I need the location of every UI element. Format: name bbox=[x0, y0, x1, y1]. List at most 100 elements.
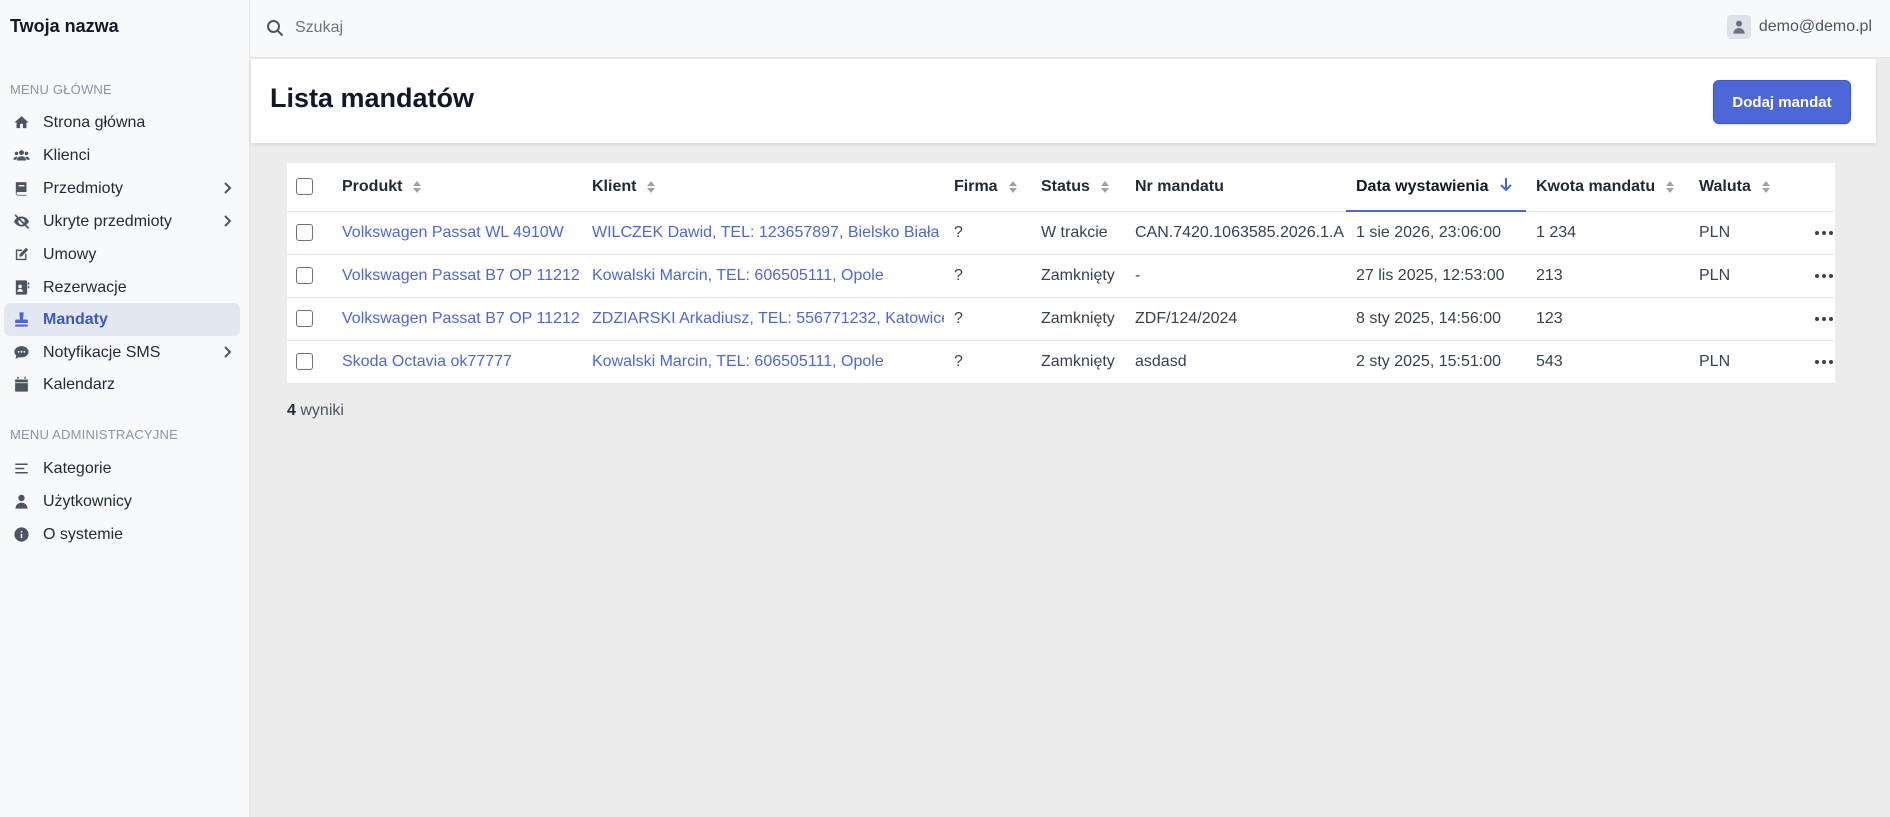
cell-waluta bbox=[1689, 297, 1799, 341]
cell-status: Zamknięty bbox=[1031, 254, 1125, 298]
page-title: Lista mandatów bbox=[270, 83, 475, 113]
select-all-cell bbox=[287, 163, 332, 212]
client-link[interactable]: Kowalski Marcin, TEL: 606505111, Opole bbox=[592, 267, 884, 284]
column-label: Nr mandatu bbox=[1135, 177, 1224, 195]
cell-kwota: 213 bbox=[1526, 254, 1689, 298]
sidebar-item-klienci[interactable]: Klienci bbox=[4, 139, 240, 172]
cell-nr-mandatu: asdasd bbox=[1125, 340, 1346, 384]
cell-waluta: PLN bbox=[1689, 254, 1799, 298]
calendar-icon bbox=[12, 376, 30, 394]
row-checkbox[interactable] bbox=[296, 309, 313, 327]
sidebar-item-label: Strona główna bbox=[43, 113, 146, 131]
user-email: demo@demo.pl bbox=[1758, 18, 1872, 35]
actions-header bbox=[1799, 163, 1835, 212]
column-label: Kwota mandatu bbox=[1536, 177, 1656, 195]
row-checkbox[interactable] bbox=[296, 266, 313, 284]
row-select-cell bbox=[287, 211, 332, 255]
cell-kwota: 1 234 bbox=[1526, 211, 1689, 255]
sort-icon bbox=[646, 180, 656, 194]
sidebar-item-label: Umowy bbox=[43, 245, 97, 263]
column-label: Waluta bbox=[1699, 177, 1751, 195]
table-row: Skoda Octavia ok77777 Kowalski Marcin, T… bbox=[287, 340, 1835, 384]
chevron-right-icon bbox=[220, 214, 234, 228]
row-actions-cell bbox=[1799, 211, 1835, 255]
cell-nr-mandatu: CAN.7420.1063585.2026.1.A bbox=[1125, 211, 1346, 255]
table-header-row: Produkt Klient Firma Status Nr mandatu D… bbox=[287, 163, 1835, 212]
more-actions-icon[interactable] bbox=[1809, 309, 1835, 329]
avatar bbox=[1726, 15, 1751, 39]
sidebar-item-przedmioty[interactable]: Przedmioty bbox=[4, 172, 240, 205]
mandates-table: Produkt Klient Firma Status Nr mandatu D… bbox=[287, 163, 1835, 384]
column-header-waluta[interactable]: Waluta bbox=[1689, 163, 1799, 212]
row-checkbox[interactable] bbox=[296, 352, 313, 370]
more-actions-icon[interactable] bbox=[1809, 266, 1835, 286]
search-input[interactable] bbox=[295, 14, 795, 42]
sidebar-item-kalendarz[interactable]: Kalendarz bbox=[4, 368, 240, 401]
sidebar-item-kategorie[interactable]: Kategorie bbox=[4, 452, 240, 485]
more-actions-icon[interactable] bbox=[1809, 223, 1835, 243]
cell-kwota: 123 bbox=[1526, 297, 1689, 341]
product-link[interactable]: Volkswagen Passat WL 4910W bbox=[342, 224, 564, 241]
sidebar-item-o-systemie[interactable]: O systemie bbox=[4, 518, 240, 551]
sidebar-item-ukryte-przedmioty[interactable]: Ukryte przedmioty bbox=[4, 205, 240, 238]
column-header-data-wystawienia[interactable]: Data wystawienia bbox=[1346, 163, 1526, 212]
home-icon bbox=[12, 114, 30, 132]
admin-menu-title: MENU ADMINISTRACYJNE bbox=[10, 427, 178, 442]
client-link[interactable]: WILCZEK Dawid, TEL: 123657897, Bielsko B… bbox=[592, 224, 939, 241]
add-mandate-button[interactable]: Dodaj mandat bbox=[1713, 80, 1851, 124]
sidebar-item-notyfikacje-sms[interactable]: Notyfikacje SMS bbox=[4, 336, 240, 369]
sidebar-item-rezerwacje[interactable]: Rezerwacje bbox=[4, 271, 240, 304]
column-header-firma[interactable]: Firma bbox=[944, 163, 1031, 212]
sidebar-item-umowy[interactable]: Umowy bbox=[4, 238, 240, 271]
user-icon bbox=[12, 493, 30, 511]
select-all-checkbox[interactable] bbox=[296, 178, 313, 196]
sidebar-item-label: Użytkownicy bbox=[43, 492, 132, 510]
column-header-klient[interactable]: Klient bbox=[582, 163, 944, 212]
row-select-cell bbox=[287, 297, 332, 341]
cell-nr-mandatu: - bbox=[1125, 254, 1346, 298]
cell-status: W trakcie bbox=[1031, 211, 1125, 255]
users-icon bbox=[12, 147, 30, 165]
brand-name[interactable]: Twoja nazwa bbox=[10, 16, 119, 37]
table-row: Volkswagen Passat B7 OP 11212 ZDZIARSKI … bbox=[287, 297, 1835, 341]
page-header: Lista mandatów Dodaj mandat bbox=[251, 59, 1876, 143]
cell-firma: ? bbox=[944, 297, 1031, 341]
client-link[interactable]: ZDZIARSKI Arkadiusz, TEL: 556771232, Kat… bbox=[592, 310, 944, 327]
cell-klient: ZDZIARSKI Arkadiusz, TEL: 556771232, Kat… bbox=[582, 297, 944, 341]
cell-kwota: 543 bbox=[1526, 340, 1689, 384]
list-icon bbox=[12, 460, 30, 478]
sidebar-item-label: Mandaty bbox=[43, 310, 108, 328]
address-card-icon bbox=[12, 279, 30, 297]
cell-firma: ? bbox=[944, 211, 1031, 255]
edit-icon bbox=[12, 246, 30, 264]
cell-status: Zamknięty bbox=[1031, 297, 1125, 341]
sidebar: Twoja nazwa MENU GŁÓWNE Strona główna Kl… bbox=[0, 0, 250, 817]
row-actions-cell bbox=[1799, 297, 1835, 341]
stamp-icon bbox=[12, 311, 30, 329]
row-select-cell bbox=[287, 340, 332, 384]
sidebar-item-strona-glowna[interactable]: Strona główna bbox=[4, 106, 240, 139]
chat-icon bbox=[12, 344, 30, 362]
sidebar-item-uzytkownicy[interactable]: Użytkownicy bbox=[4, 485, 240, 518]
user-menu[interactable]: demo@demo.pl bbox=[1726, 14, 1872, 40]
cell-produkt: Volkswagen Passat B7 OP 11212 bbox=[332, 297, 582, 341]
cell-waluta: PLN bbox=[1689, 340, 1799, 384]
sidebar-item-label: Przedmioty bbox=[43, 179, 124, 197]
more-actions-icon[interactable] bbox=[1809, 352, 1835, 372]
product-link[interactable]: Volkswagen Passat B7 OP 11212 bbox=[342, 267, 580, 284]
column-header-produkt[interactable]: Produkt bbox=[332, 163, 582, 212]
sort-icon bbox=[412, 180, 422, 194]
cell-produkt: Volkswagen Passat WL 4910W bbox=[332, 211, 582, 255]
row-checkbox[interactable] bbox=[296, 223, 313, 241]
sidebar-item-mandaty[interactable]: Mandaty bbox=[4, 303, 240, 336]
column-header-status[interactable]: Status bbox=[1031, 163, 1125, 212]
sidebar-item-label: Ukryte przedmioty bbox=[43, 212, 172, 230]
product-link[interactable]: Skoda Octavia ok77777 bbox=[342, 353, 512, 370]
column-header-kwota-mandatu[interactable]: Kwota mandatu bbox=[1526, 163, 1689, 212]
column-label: Status bbox=[1041, 177, 1090, 195]
column-header-nr-mandatu: Nr mandatu bbox=[1125, 163, 1346, 212]
sidebar-item-label: Rezerwacje bbox=[43, 278, 127, 296]
product-link[interactable]: Volkswagen Passat B7 OP 11212 bbox=[342, 310, 580, 327]
client-link[interactable]: Kowalski Marcin, TEL: 606505111, Opole bbox=[592, 353, 884, 370]
results-number: 4 bbox=[287, 402, 296, 419]
